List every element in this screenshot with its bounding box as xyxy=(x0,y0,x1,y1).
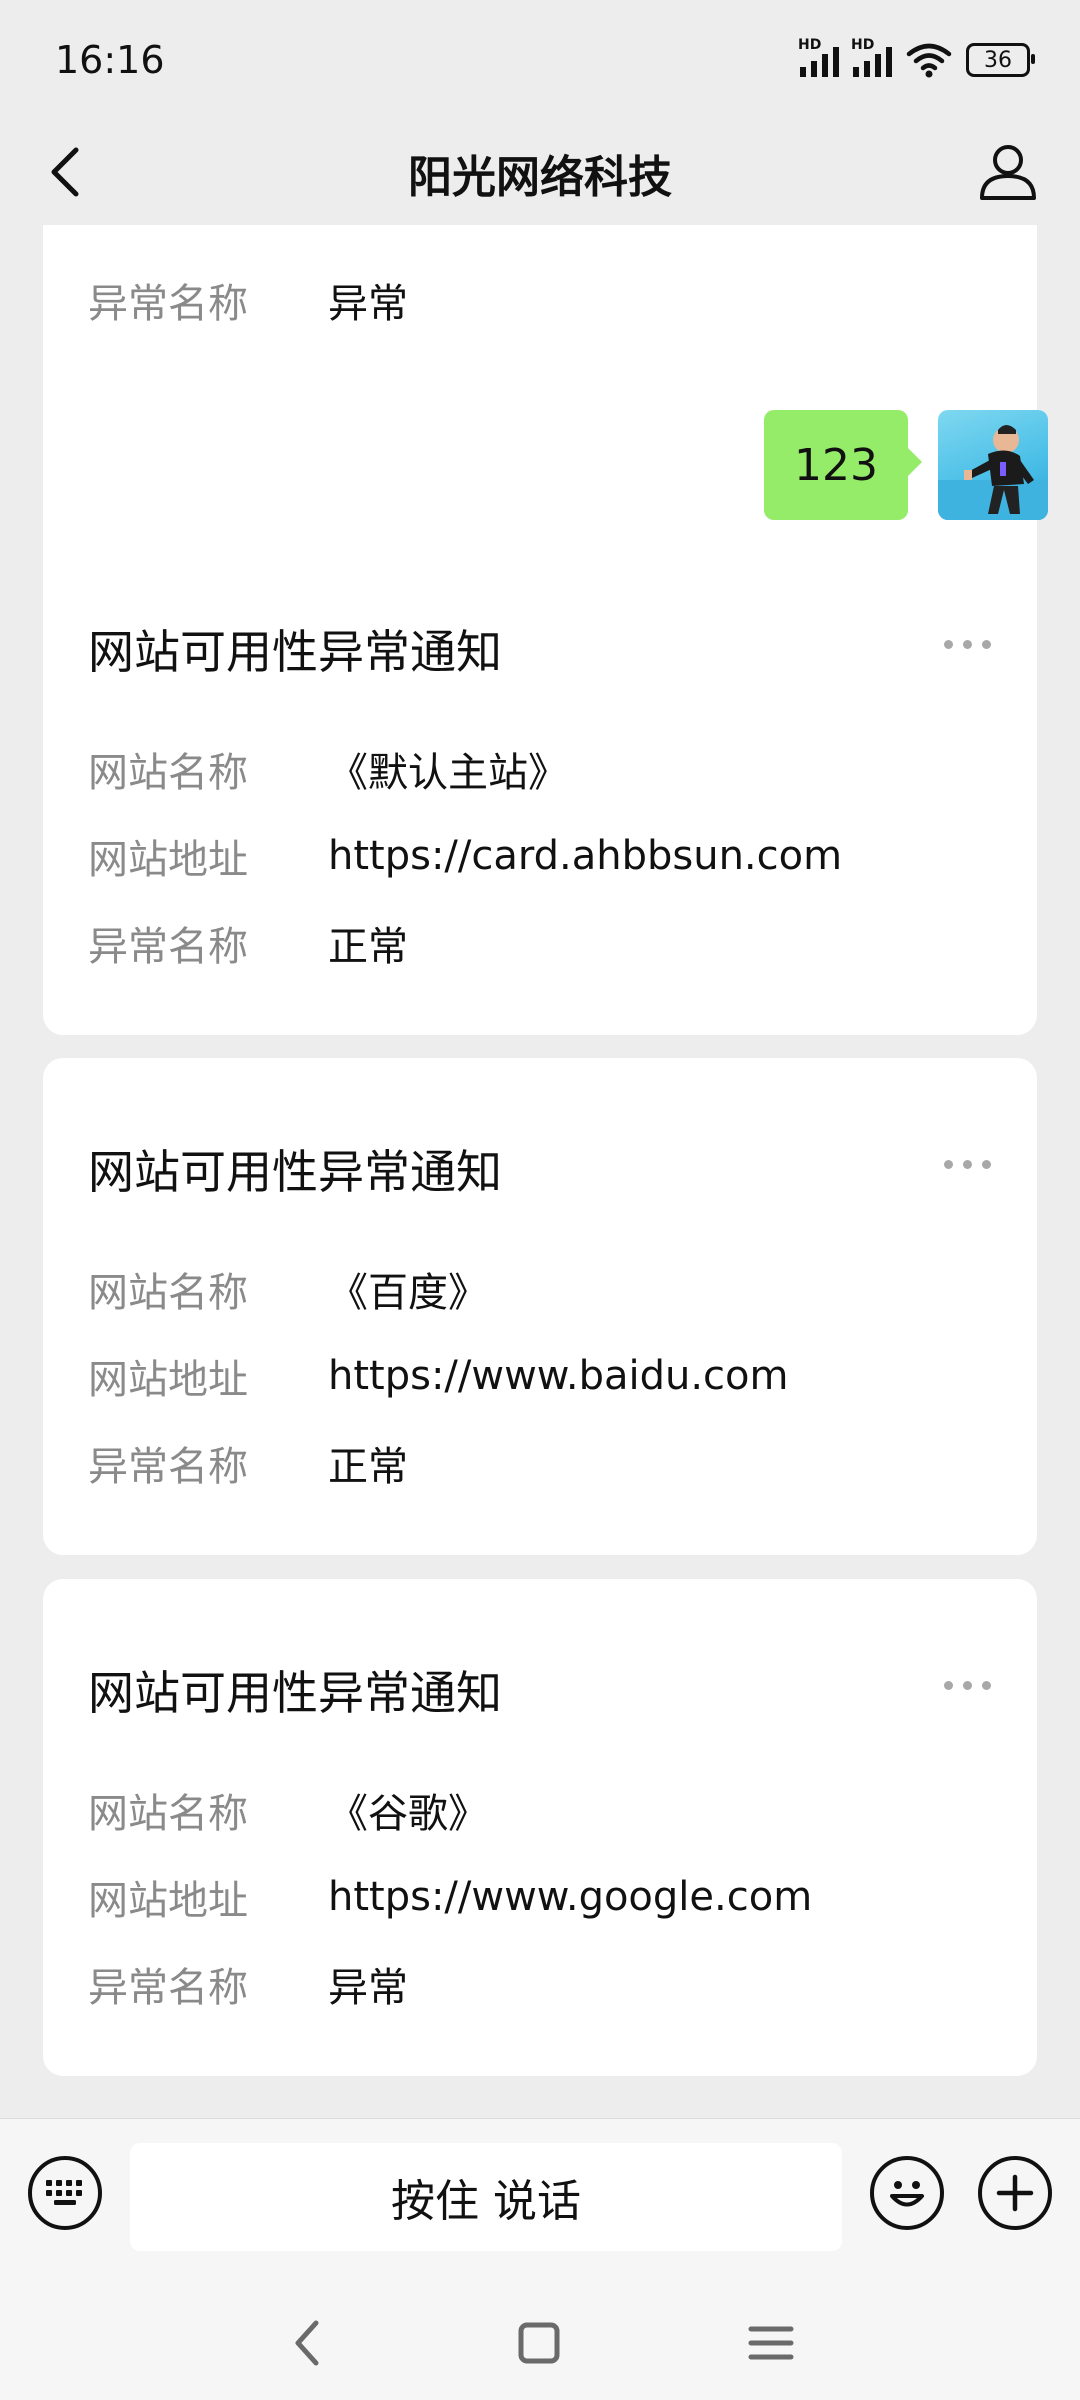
row-label: 网站地址 xyxy=(88,837,248,883)
chat-header: 阳光网络科技 xyxy=(0,120,1080,225)
hold-to-talk-label: 按住 说话 xyxy=(391,2176,581,2227)
battery-icon: 36 xyxy=(966,43,1035,77)
battery-level: 36 xyxy=(984,47,1012,73)
system-navigation-bar xyxy=(0,2273,1080,2400)
row-value: https://www.baidu.com xyxy=(328,1353,789,1399)
signal-icon-2: HD xyxy=(851,37,892,77)
row-value: 正常 xyxy=(328,924,408,970)
signal-hd-label-2: HD xyxy=(851,37,875,53)
more-options-icon[interactable] xyxy=(944,1160,991,1169)
row-value: 正常 xyxy=(328,1444,408,1490)
card-row: 异常名称 正常 xyxy=(88,1434,408,1492)
plus-glyph-icon xyxy=(996,2174,1034,2212)
keyboard-glyph-icon xyxy=(46,2180,82,2205)
plus-circle-icon[interactable] xyxy=(978,2156,1052,2230)
chat-message-list[interactable]: 异常名称 异常 123 网站可用性异常通知 网站名称 《默认主站》 网站地址 h… xyxy=(0,225,1080,2118)
user-message-row: 123 xyxy=(764,410,1048,520)
card-title: 网站可用性异常通知 xyxy=(88,625,502,679)
menu-lines-icon[interactable] xyxy=(741,2313,801,2373)
row-label: 异常名称 xyxy=(88,924,248,970)
signal-icon: HD xyxy=(798,37,839,77)
back-triangle-icon[interactable] xyxy=(278,2313,338,2373)
row-value: https://card.ahbbsun.com xyxy=(328,833,843,879)
card-title: 网站可用性异常通知 xyxy=(88,1145,502,1199)
card-row: 异常名称 异常 xyxy=(88,1955,408,2013)
row-value: 异常 xyxy=(328,1965,408,2011)
message-bubble[interactable]: 123 xyxy=(764,410,922,520)
card-row: 网站地址 https://www.baidu.com xyxy=(88,1347,788,1405)
row-label: 异常名称 xyxy=(88,1965,248,2011)
row-label: 网站名称 xyxy=(88,1791,248,1837)
keyboard-icon[interactable] xyxy=(28,2156,102,2230)
signal-hd-label: HD xyxy=(798,37,822,53)
message-text: 123 xyxy=(794,439,878,491)
avatar-image xyxy=(938,425,1048,520)
row-label: 网站名称 xyxy=(88,750,248,796)
person-icon[interactable] xyxy=(976,140,1040,204)
card-row: 异常名称 异常 xyxy=(88,271,408,329)
card-row: 网站地址 https://card.ahbbsun.com xyxy=(88,827,842,885)
card-row: 异常名称 正常 xyxy=(88,914,408,972)
status-time: 16:16 xyxy=(55,38,165,82)
row-value: 《谷歌》 xyxy=(328,1791,488,1837)
row-label: 异常名称 xyxy=(88,281,248,327)
row-value: https://www.google.com xyxy=(328,1874,813,1920)
card-row: 网站名称 《谷歌》 xyxy=(88,1781,488,1839)
more-options-icon[interactable] xyxy=(944,640,991,649)
chat-input-bar: 按住 说话 xyxy=(0,2118,1080,2273)
row-label: 网站地址 xyxy=(88,1357,248,1403)
row-value: 异常 xyxy=(328,281,408,327)
row-value: 《默认主站》 xyxy=(328,750,568,796)
card-row: 网站名称 《百度》 xyxy=(88,1260,488,1318)
notification-card[interactable]: 网站可用性异常通知 网站名称 《默认主站》 网站地址 https://card.… xyxy=(43,538,1037,1035)
hold-to-talk-button[interactable]: 按住 说话 xyxy=(130,2143,842,2251)
smiley-icon[interactable] xyxy=(870,2156,944,2230)
status-icons: HD HD 36 xyxy=(798,37,1035,78)
row-label: 异常名称 xyxy=(88,1444,248,1490)
chat-title: 阳光网络科技 xyxy=(408,151,672,203)
smiley-glyph-icon xyxy=(890,2181,924,2207)
notification-card[interactable]: 网站可用性异常通知 网站名称 《谷歌》 网站地址 https://www.goo… xyxy=(43,1579,1037,2076)
row-value: 《百度》 xyxy=(328,1270,488,1316)
chevron-left-icon[interactable] xyxy=(40,144,96,200)
wifi-icon xyxy=(906,43,952,78)
home-square-icon[interactable] xyxy=(509,2313,569,2373)
row-label: 网站名称 xyxy=(88,1270,248,1316)
row-label: 网站地址 xyxy=(88,1878,248,1924)
more-options-icon[interactable] xyxy=(944,1681,991,1690)
card-row: 网站地址 https://www.google.com xyxy=(88,1868,812,1926)
card-row: 网站名称 《默认主站》 xyxy=(88,740,568,798)
notification-card[interactable]: 网站可用性异常通知 网站名称 《百度》 网站地址 https://www.bai… xyxy=(43,1058,1037,1555)
user-avatar[interactable] xyxy=(938,410,1048,520)
card-title: 网站可用性异常通知 xyxy=(88,1666,502,1720)
status-bar: 16:16 HD HD 36 xyxy=(0,0,1080,120)
